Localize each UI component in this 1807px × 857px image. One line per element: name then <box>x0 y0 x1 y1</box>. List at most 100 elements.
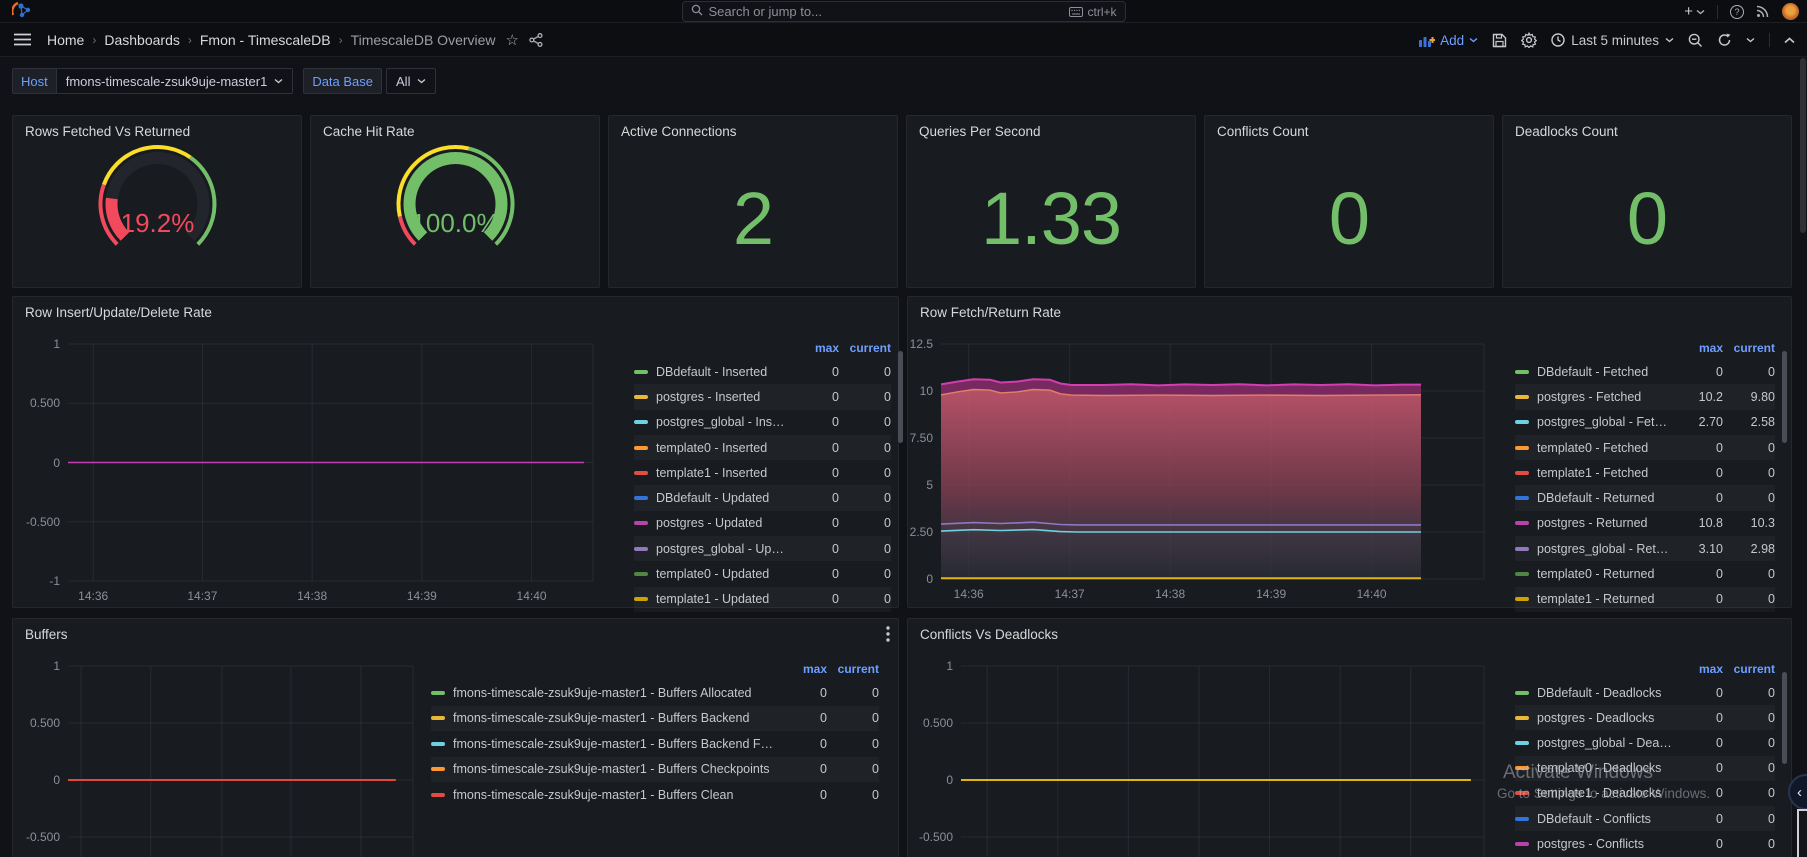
legend-item[interactable]: postgres - Returned10.810.3 <box>1515 511 1775 536</box>
legend-item[interactable]: template0 - Updated00 <box>634 561 891 586</box>
legend-series-label[interactable]: template0 - Updated <box>656 567 794 581</box>
legend-item[interactable]: postgres_global - Returned3.102.98 <box>1515 536 1775 561</box>
legend-series-label[interactable]: postgres_global - Updated <box>656 542 794 556</box>
legend-series-label[interactable]: DBdefault - Inserted <box>656 365 794 379</box>
panel-title[interactable]: Row Insert/Update/Delete Rate <box>25 305 212 320</box>
legend-item[interactable]: fmons-timescale-zsuk9uje-master1 - Buffe… <box>431 680 879 706</box>
panel-title[interactable]: Cache Hit Rate <box>323 124 415 139</box>
panel-title[interactable]: Deadlocks Count <box>1515 124 1618 139</box>
legend-item[interactable]: template1 - Inserted00 <box>634 460 891 485</box>
zoom-out-time-button[interactable] <box>1688 33 1703 48</box>
dashboard-settings-button[interactable] <box>1521 32 1537 48</box>
panel-title[interactable]: Buffers <box>25 627 68 642</box>
legend-item[interactable]: fmons-timescale-zsuk9uje-master1 - Buffe… <box>431 757 879 783</box>
database-variable-select[interactable]: All <box>386 68 436 94</box>
save-dashboard-button[interactable] <box>1492 33 1507 48</box>
legend-item[interactable]: template1 - Returned00 <box>1515 587 1775 612</box>
legend-series-label[interactable]: DBdefault - Returned <box>1537 491 1678 505</box>
time-range-picker[interactable]: Last 5 minutes <box>1551 33 1674 48</box>
legend-series-label[interactable]: postgres - Fetched <box>1537 390 1678 404</box>
legend-item[interactable]: postgres - Fetched10.29.80 <box>1515 384 1775 409</box>
panel-title[interactable]: Conflicts Vs Deadlocks <box>920 627 1058 642</box>
legend-item[interactable]: template0 - Deadlocks00 <box>1515 756 1775 781</box>
panel-title[interactable]: Row Fetch/Return Rate <box>920 305 1061 320</box>
legend-item[interactable]: DBdefault - Deadlocks00 <box>1515 680 1775 705</box>
legend-scrollbar[interactable] <box>898 351 903 443</box>
menu-toggle-button[interactable] <box>14 33 31 46</box>
legend-series-label[interactable]: fmons-timescale-zsuk9uje-master1 - Buffe… <box>453 788 782 802</box>
panel-title[interactable]: Active Connections <box>621 124 737 139</box>
legend-item[interactable]: fmons-timescale-zsuk9uje-master1 - Buffe… <box>431 731 879 757</box>
legend-series-label[interactable]: template1 - Returned <box>1537 592 1678 606</box>
legend-series-label[interactable]: template1 - Fetched <box>1537 466 1678 480</box>
legend-item[interactable]: postgres - Inserted00 <box>634 384 891 409</box>
page-scrollbar[interactable] <box>1800 58 1806 233</box>
host-variable-select[interactable]: fmons-timescale-zsuk9uje-master1 <box>56 68 294 94</box>
breadcrumb-item[interactable]: Home <box>47 32 84 48</box>
breadcrumb-item[interactable]: Dashboards <box>104 32 180 48</box>
legend-series-label[interactable]: postgres - Updated <box>656 516 794 530</box>
legend-series-label[interactable]: DBdefault - Deadlocks <box>1537 686 1678 700</box>
legend-item[interactable]: template0 - Returned00 <box>1515 561 1775 586</box>
legend-series-label[interactable]: DBdefault - Fetched <box>1537 365 1678 379</box>
legend-item[interactable]: DBdefault - Fetched00 <box>1515 359 1775 384</box>
legend-item[interactable]: postgres_global - Updated00 <box>634 536 891 561</box>
legend-item[interactable]: postgres_global - Deadlocks00 <box>1515 730 1775 755</box>
legend-item[interactable]: postgres - Conflicts00 <box>1515 831 1775 856</box>
legend-series-label[interactable]: DBdefault - Updated <box>656 491 794 505</box>
legend-series-label[interactable]: template0 - Fetched <box>1537 441 1678 455</box>
news-icon[interactable] <box>1756 5 1770 18</box>
legend-item[interactable]: DBdefault - Returned00 <box>1515 485 1775 510</box>
legend-series-label[interactable]: template0 - Returned <box>1537 567 1678 581</box>
refresh-interval-dropdown[interactable] <box>1746 37 1755 43</box>
panel-title[interactable]: Queries Per Second <box>919 124 1041 139</box>
legend-series-label[interactable]: fmons-timescale-zsuk9uje-master1 - Buffe… <box>453 711 782 725</box>
legend-item[interactable]: fmons-timescale-zsuk9uje-master1 - Buffe… <box>431 706 879 732</box>
legend-series-label[interactable]: template0 - Inserted <box>656 441 794 455</box>
legend-item[interactable]: template1 - Deadlocks00 <box>1515 781 1775 806</box>
legend-series-label[interactable]: postgres - Deadlocks <box>1537 711 1678 725</box>
legend-series-label[interactable]: postgres_global - Deadlocks <box>1537 736 1678 750</box>
legend-series-label[interactable]: fmons-timescale-zsuk9uje-master1 - Buffe… <box>453 737 782 751</box>
legend-series-label[interactable]: postgres_global - Inserted <box>656 415 794 429</box>
legend-series-label[interactable]: postgres - Conflicts <box>1537 837 1678 851</box>
legend-series-label[interactable]: DBdefault - Conflicts <box>1537 812 1678 826</box>
legend-item[interactable]: postgres - Deadlocks00 <box>1515 705 1775 730</box>
legend-item[interactable]: postgres_global - Fetched2.702.58 <box>1515 410 1775 435</box>
legend-item[interactable]: postgres_global - Inserted00 <box>634 410 891 435</box>
user-avatar[interactable] <box>1782 3 1799 20</box>
legend-item[interactable]: DBdefault - Updated00 <box>634 485 891 510</box>
new-menu-button[interactable]: + <box>1684 4 1705 19</box>
panel-title[interactable]: Conflicts Count <box>1217 124 1309 139</box>
panel-title[interactable]: Rows Fetched Vs Returned <box>25 124 190 139</box>
legend-series-label[interactable]: template0 - Deadlocks <box>1537 761 1678 775</box>
legend-series-label[interactable]: template1 - Updated <box>656 592 794 606</box>
legend-series-label[interactable]: postgres - Returned <box>1537 516 1678 530</box>
panel-menu-icon[interactable] <box>886 626 890 647</box>
legend-item[interactable]: postgres - Updated00 <box>634 511 891 536</box>
legend-item[interactable]: DBdefault - Inserted00 <box>634 359 891 384</box>
legend-item[interactable]: template0 - Fetched00 <box>1515 435 1775 460</box>
legend-series-label[interactable]: postgres - Inserted <box>656 390 794 404</box>
legend-scrollbar[interactable] <box>1782 672 1787 764</box>
legend-series-label[interactable]: template1 - Deadlocks <box>1537 786 1678 800</box>
legend-item[interactable]: template1 - Updated00 <box>634 587 891 612</box>
legend-series-label[interactable]: template1 - Inserted <box>656 466 794 480</box>
legend-scrollbar[interactable] <box>1782 351 1787 443</box>
collapse-toolbar-button[interactable] <box>1784 37 1795 44</box>
legend-series-label[interactable]: postgres_global - Returned <box>1537 542 1678 556</box>
legend-item[interactable]: template1 - Fetched00 <box>1515 460 1775 485</box>
add-panel-button[interactable]: Add <box>1419 33 1478 48</box>
favorite-star-icon[interactable]: ☆ <box>506 31 519 49</box>
search-input[interactable]: Search or jump to... ctrl+k <box>682 1 1126 22</box>
breadcrumb-item[interactable]: Fmon - TimescaleDB <box>200 32 331 48</box>
legend-item[interactable]: template0 - Inserted00 <box>634 435 891 460</box>
legend-item[interactable]: fmons-timescale-zsuk9uje-master1 - Buffe… <box>431 782 879 808</box>
share-icon[interactable] <box>529 33 543 47</box>
help-button[interactable]: ? <box>1730 5 1744 19</box>
legend-series-label[interactable]: fmons-timescale-zsuk9uje-master1 - Buffe… <box>453 762 782 776</box>
legend-item[interactable]: DBdefault - Conflicts00 <box>1515 806 1775 831</box>
legend-series-label[interactable]: fmons-timescale-zsuk9uje-master1 - Buffe… <box>453 686 782 700</box>
legend-series-label[interactable]: postgres_global - Fetched <box>1537 415 1678 429</box>
refresh-button[interactable] <box>1717 33 1732 47</box>
